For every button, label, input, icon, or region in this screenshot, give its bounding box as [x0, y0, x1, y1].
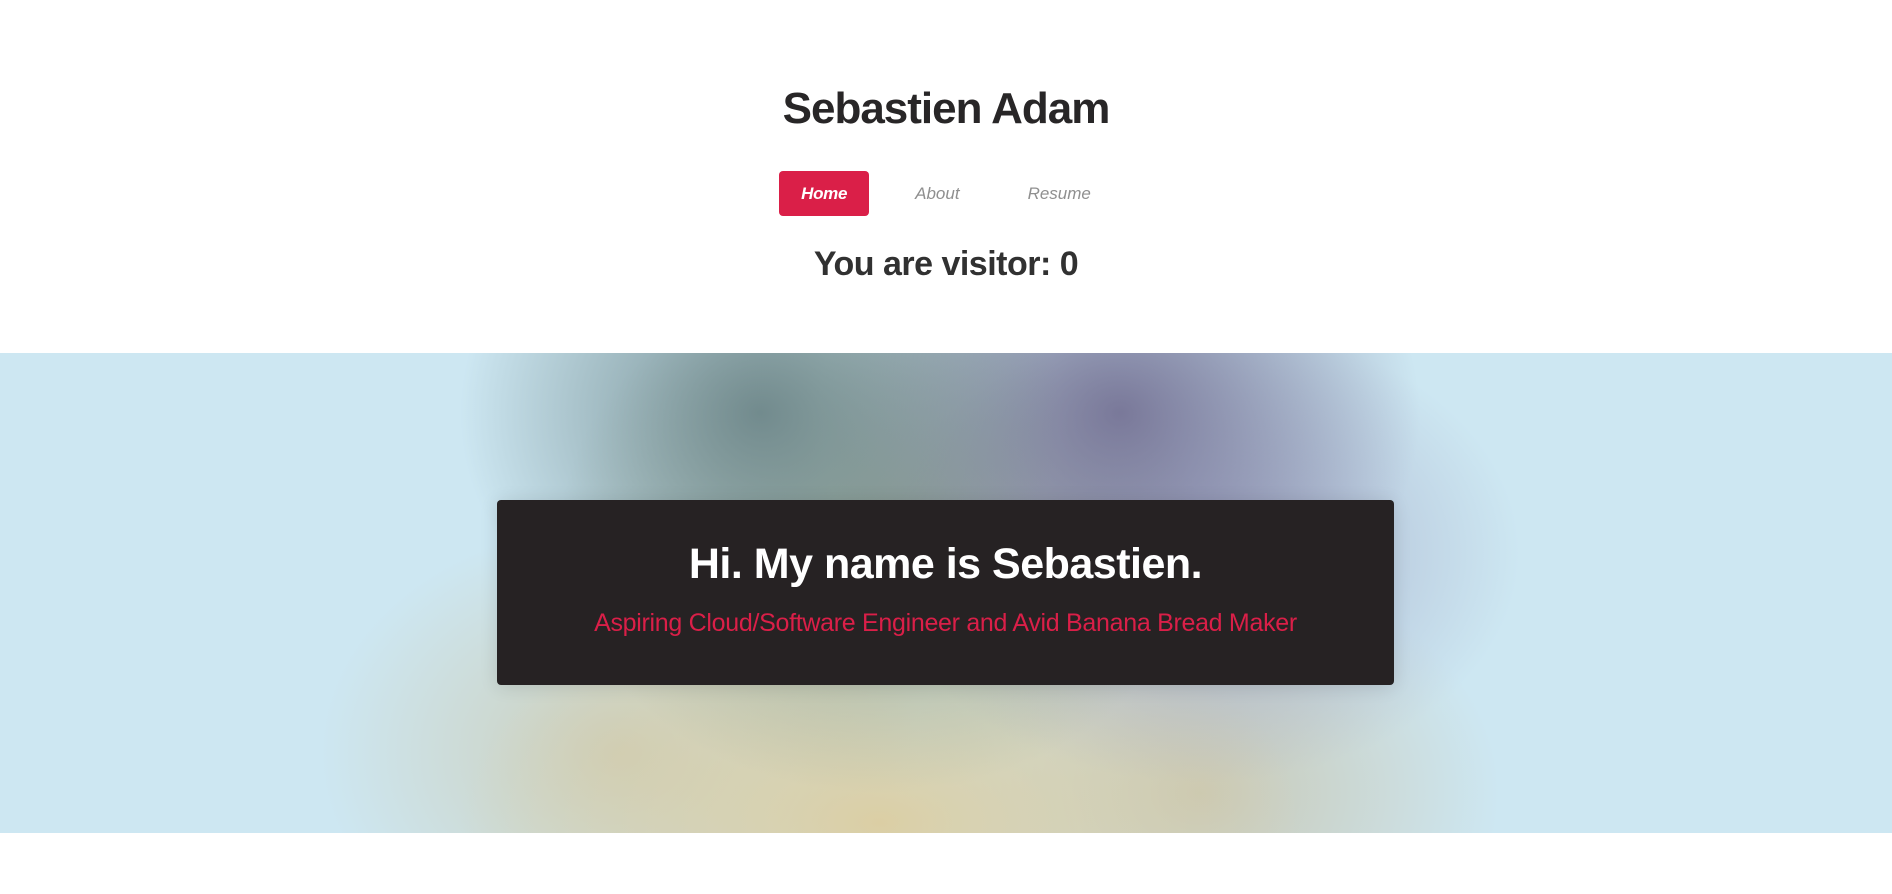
hero-heading: Hi. My name is Sebastien. — [688, 540, 1203, 588]
hero-banner: Hi. My name is Sebastien. Aspiring Cloud… — [0, 353, 1892, 833]
visitor-count: You are visitor: 0 — [813, 245, 1079, 283]
hero-subtitle: Aspiring Cloud/Software Engineer and Avi… — [594, 609, 1297, 637]
hero-intro-card: Hi. My name is Sebastien. Aspiring Cloud… — [497, 500, 1394, 685]
main-navigation: Home About Resume — [0, 171, 1892, 216]
site-title: Sebastien Adam — [782, 84, 1111, 133]
page-footer-space — [0, 833, 1892, 894]
nav-home-link[interactable]: Home — [779, 171, 870, 216]
nav-resume-link[interactable]: Resume — [1006, 171, 1113, 216]
site-header: Sebastien Adam Home About Resume You are… — [0, 0, 1892, 353]
page: Sebastien Adam Home About Resume You are… — [0, 0, 1892, 894]
nav-about-link[interactable]: About — [893, 171, 981, 216]
